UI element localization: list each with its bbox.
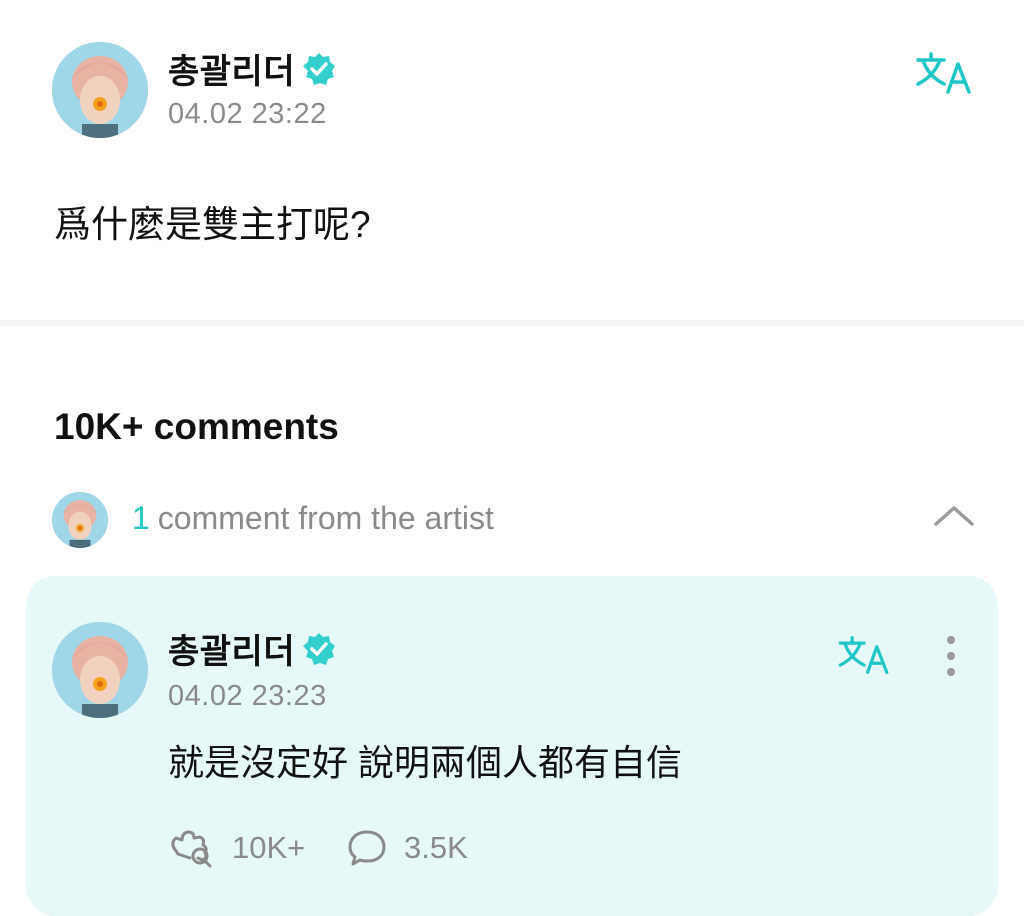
like-count: 10K+ [232,830,306,865]
more-vertical-icon[interactable] [940,634,962,678]
section-divider [0,320,1024,326]
reply-count: 3.5K [404,830,468,865]
artist-comment-count: 1 [132,500,150,536]
comments-count-title: 10K+ comments [54,406,339,447]
artist-comment-card: 총괄리더 04.02 23:23 就是沒定好 說明兩個人都有自信 10K+ 3.… [26,576,998,916]
artist-comment-toggle[interactable]: 1 comment from the artist [52,490,982,548]
post-timestamp: 04.02 23:22 [168,98,327,130]
artist-mini-avatar [52,492,108,548]
comment-text: 就是沒定好 說明兩個人都有自信 [168,742,683,783]
chevron-up-icon[interactable] [932,500,976,530]
comment-bubble-icon [346,828,388,868]
translate-icon[interactable] [836,634,892,676]
artist-comment-label-text: comment from the artist [157,500,494,536]
comment-author-avatar[interactable] [52,622,148,718]
like-button[interactable]: 10K+ [168,826,328,870]
post-author-name[interactable]: 총괄리더 [168,44,295,93]
verified-badge-icon [302,52,336,86]
comment-timestamp: 04.02 23:23 [168,680,327,712]
artist-comment-label: 1 comment from the artist [132,500,494,537]
comment-author-name[interactable]: 총괄리더 [168,624,295,673]
post-text: 爲什麼是雙主打呢? [54,204,371,245]
like-icon [168,828,214,868]
translate-icon[interactable] [914,50,974,96]
reply-button[interactable]: 3.5K [346,826,506,870]
verified-badge-icon [302,632,336,666]
post-author-avatar[interactable] [52,42,148,138]
